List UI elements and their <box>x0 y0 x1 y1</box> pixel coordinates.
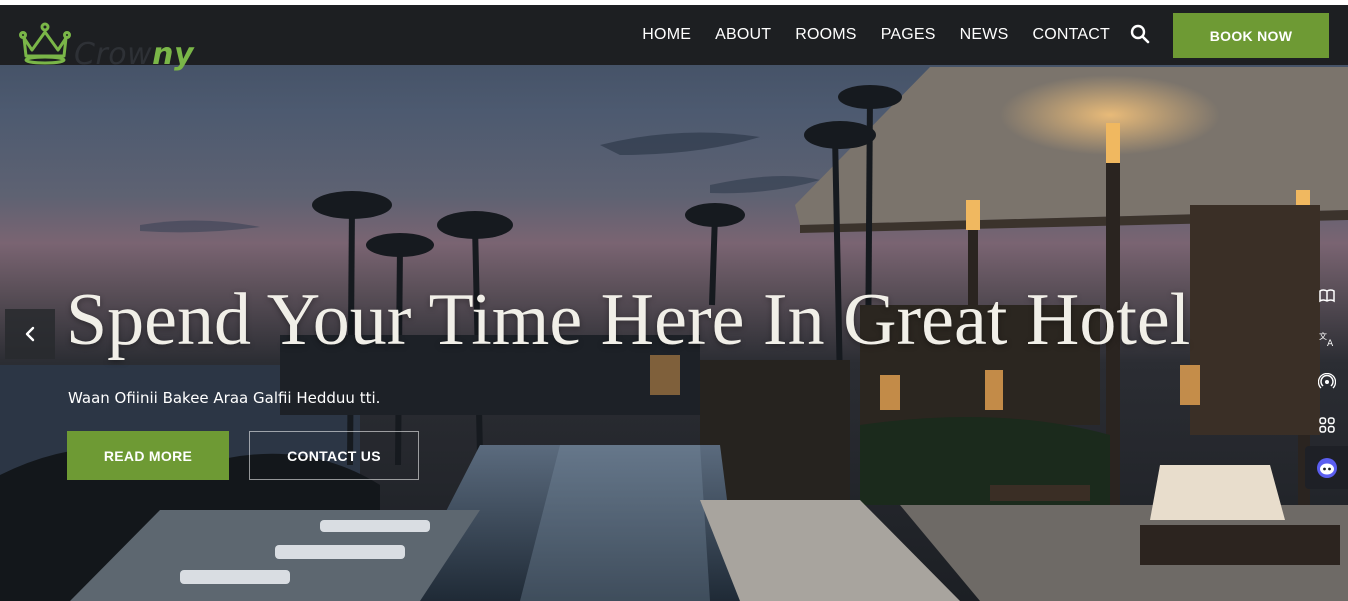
book-now-button[interactable]: BOOK NOW <box>1173 13 1329 58</box>
brand-logo[interactable]: Crowny <box>18 18 194 70</box>
side-tool-translate[interactable]: 文 A <box>1305 317 1348 360</box>
chevron-left-icon <box>25 326 35 342</box>
translate-icon: 文 A <box>1319 331 1334 348</box>
side-tool-reader[interactable] <box>1305 274 1348 317</box>
nav-about[interactable]: ABOUT <box>715 26 771 44</box>
side-tool-broadcast[interactable] <box>1305 360 1348 403</box>
crown-icon <box>19 22 71 65</box>
hero-subtitle: Waan Ofiinii Bakee Araa Galfii Hedduu tt… <box>68 389 381 407</box>
book-icon <box>1318 288 1335 302</box>
nav-home[interactable]: HOME <box>642 26 691 44</box>
nav-contact[interactable]: CONTACT <box>1032 26 1110 44</box>
assistant-bot-icon <box>1316 457 1337 478</box>
hero-headline: Spend Your Time Here In Great Hotel <box>66 279 1191 361</box>
nav-pages[interactable]: PAGES <box>881 26 936 44</box>
main-nav: HOME ABOUT ROOMS PAGES NEWS CONTACT <box>642 5 1110 65</box>
side-toolbar: 文 A <box>1305 274 1348 489</box>
nav-news[interactable]: NEWS <box>960 26 1009 44</box>
brand-name: Crowny <box>74 37 195 72</box>
svg-text:A: A <box>1327 339 1334 348</box>
slider-prev-button[interactable] <box>5 309 55 359</box>
side-tool-apps[interactable] <box>1305 403 1348 446</box>
contact-us-button[interactable]: CONTACT US <box>249 431 419 480</box>
apps-grid-icon <box>1318 416 1335 433</box>
nav-rooms[interactable]: ROOMS <box>795 26 856 44</box>
side-tool-assistant[interactable] <box>1305 446 1348 489</box>
svg-text:文: 文 <box>1319 331 1327 341</box>
read-more-button[interactable]: READ MORE <box>67 431 229 480</box>
search-icon[interactable] <box>1130 24 1150 44</box>
broadcast-icon <box>1317 372 1336 388</box>
